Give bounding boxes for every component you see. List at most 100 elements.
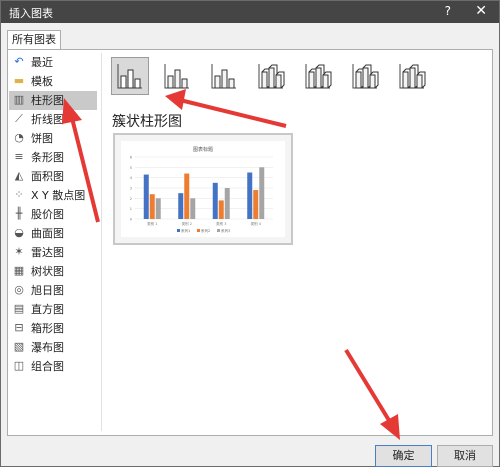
bar-chart-icon: ≡ (14, 150, 24, 163)
pie-chart-icon: ◔ (14, 131, 24, 144)
preview-bar (218, 200, 224, 219)
insert-chart-dialog: 插入图表 ? ✕ 所有图表 ↶ 最近 ▬ 模板 ▥ 柱形图 ⟋ 折线图 ◔ 饼图 ≡ 条形图 ◭ 面积图 ⁘… (0, 0, 500, 467)
sidebar-item[interactable]: ≡ 条形图 (9, 148, 97, 167)
preview-bar (224, 188, 230, 219)
sidebar-item[interactable]: ◎ 旭日图 (9, 281, 97, 300)
ok-button[interactable]: 确定 (375, 445, 432, 467)
preview-bar (143, 174, 149, 219)
x-tick-label: 类别 4 (251, 221, 262, 226)
y-tick-label: 3 (130, 187, 132, 191)
preview-bar (184, 173, 190, 219)
sidebar-item-label: 条形图 (31, 151, 64, 164)
x-tick-label: 类别 1 (147, 221, 157, 226)
legend-label: 系列3 (221, 228, 230, 233)
sidebar-item-label: 瀑布图 (31, 341, 64, 354)
sidebar-item-label: 旭日图 (31, 284, 64, 297)
sidebar-item-label: 直方图 (31, 303, 64, 316)
sidebar-item-label: 最近 (31, 56, 53, 69)
title-bar: 插入图表 ? ✕ (1, 1, 499, 23)
column-chart-icon (352, 64, 379, 89)
sidebar-item-label: 箱形图 (31, 322, 64, 335)
radar-chart-icon: ✶ (14, 245, 24, 258)
chart-subtype-option[interactable] (205, 57, 243, 95)
sidebar-item[interactable]: ⟋ 折线图 (9, 110, 97, 129)
preview-bar (190, 198, 196, 219)
preview-chart-svg: 图表标题 0 1 2 3 4 5 6 类别 1 类别 2 类别 3 类别 4 系列1 系列2 系列3 (130, 146, 273, 233)
chart-subtype-option[interactable] (299, 57, 337, 95)
x-tick-label: 类别 3 (216, 221, 226, 226)
line-chart-icon: ⟋ (15, 112, 23, 125)
column-chart-icon: ▥ (13, 93, 25, 106)
undo-icon: ↶ (14, 55, 24, 68)
sidebar-item-label: 组合图 (31, 360, 64, 373)
sidebar-item-label: 雷达图 (31, 246, 64, 259)
legend-label: 系列2 (201, 228, 210, 233)
sidebar-item[interactable]: ◭ 面积图 (9, 167, 97, 186)
y-tick-label: 1 (130, 207, 132, 211)
sidebar-item[interactable]: ✶ 雷达图 (9, 243, 97, 262)
histogram-chart-icon: ▤ (13, 302, 25, 315)
sidebar-item-label: 面积图 (31, 170, 64, 183)
legend-label: 系列1 (181, 228, 190, 233)
sidebar-item-label: X Y 散点图 (31, 189, 86, 202)
y-tick-label: 5 (130, 166, 132, 170)
dialog-title: 插入图表 (9, 7, 53, 20)
sidebar-item-label: 饼图 (31, 132, 53, 145)
boxplot-chart-icon: ⊟ (14, 321, 24, 334)
sidebar-item[interactable]: ⊟ 箱形图 (9, 319, 97, 338)
sidebar-item[interactable]: ◔ 饼图 (9, 129, 97, 148)
treemap-chart-icon: ▦ (13, 264, 25, 277)
sidebar-item[interactable]: ▦ 树状图 (9, 262, 97, 281)
chart-subtype-title: 簇状柱形图 (112, 114, 182, 130)
preview-bar (212, 182, 218, 219)
sidebar-item[interactable]: ◫ 组合图 (9, 357, 97, 376)
sidebar-item-label: 树状图 (31, 265, 64, 278)
sidebar-item[interactable]: ⁘ X Y 散点图 (9, 186, 97, 205)
close-button[interactable]: ✕ (475, 3, 487, 19)
panel-divider (101, 53, 102, 431)
sidebar-item[interactable]: ▤ 直方图 (9, 300, 97, 319)
sidebar-item-label: 折线图 (31, 113, 64, 126)
sidebar-item[interactable]: ▥ 柱形图 (9, 91, 97, 110)
chart-subtype-option[interactable] (252, 57, 290, 95)
chart-preview-canvas: 图表标题 0 1 2 3 4 5 6 类别 1 类别 2 类别 3 类别 4 系列1 系列2 系列3 (121, 141, 285, 237)
sidebar-item-label: 柱形图 (31, 94, 64, 107)
sidebar-item[interactable]: ↶ 最近 (9, 53, 97, 72)
combo-chart-icon: ◫ (13, 359, 25, 372)
preview-bar (247, 172, 253, 219)
x-tick-label: 类别 2 (182, 221, 192, 226)
help-button[interactable]: ? (445, 4, 451, 18)
preview-bar (178, 193, 184, 219)
chart-subtype-option[interactable] (346, 57, 384, 95)
scatter-chart-icon: ⁘ (14, 188, 24, 201)
y-tick-label: 0 (130, 218, 132, 222)
area-chart-icon: ◭ (14, 169, 24, 182)
preview-bar (259, 167, 265, 219)
waterfall-chart-icon: ▧ (13, 340, 25, 353)
legend-swatch (197, 229, 200, 232)
stock-chart-icon: ╫ (15, 207, 23, 220)
preview-title: 图表标题 (193, 146, 213, 153)
column-chart-icon (211, 64, 236, 89)
sidebar-item[interactable]: ▬ 模板 (9, 72, 97, 91)
cancel-button[interactable]: 取消 (437, 445, 493, 467)
chart-category-list: ↶ 最近 ▬ 模板 ▥ 柱形图 ⟋ 折线图 ◔ 饼图 ≡ 条形图 ◭ 面积图 ⁘ X Y 散点图 ╫ 股价图 ◒ 曲面… (9, 53, 97, 376)
folder-icon: ▬ (13, 74, 25, 87)
chart-preview[interactable]: 图表标题 0 1 2 3 4 5 6 类别 1 类别 2 类别 3 类别 4 系列1 系列2 系列3 (113, 133, 293, 245)
legend-swatch (217, 229, 220, 232)
y-tick-label: 6 (130, 156, 132, 160)
sidebar-item-label: 曲面图 (31, 227, 64, 240)
sidebar-item[interactable]: ▧ 瀑布图 (9, 338, 97, 357)
legend-swatch (177, 229, 180, 232)
column-chart-icon (305, 64, 332, 89)
sidebar-item[interactable]: ◒ 曲面图 (9, 224, 97, 243)
sunburst-chart-icon: ◎ (14, 283, 24, 296)
preview-bar (155, 198, 161, 219)
chart-subtype-option[interactable] (393, 57, 431, 95)
chart-subtype-option[interactable] (158, 57, 196, 95)
tab-all-charts[interactable]: 所有图表 (7, 30, 61, 50)
sidebar-item[interactable]: ╫ 股价图 (9, 205, 97, 224)
column-chart-icon (117, 64, 142, 89)
y-tick-label: 2 (130, 197, 132, 201)
chart-subtype-option[interactable] (111, 57, 149, 95)
